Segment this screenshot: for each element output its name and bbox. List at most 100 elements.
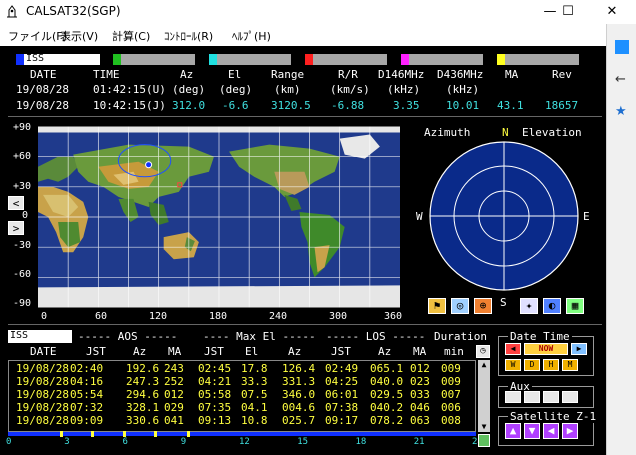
pass-col-ma: MA xyxy=(413,345,427,358)
unit-d436: (kHz) xyxy=(446,83,480,96)
slot-box-5[interactable] xyxy=(409,54,483,65)
lat-label: 0 xyxy=(22,210,29,221)
menu-file[interactable]: ファイル(F) xyxy=(8,28,67,44)
aux-button-4[interactable] xyxy=(562,391,578,403)
footprint-icon[interactable]: ⚑ xyxy=(428,298,446,314)
pass-list-scrollbar[interactable]: ▲ ▼ xyxy=(478,360,490,432)
prev-icon[interactable]: ◀ xyxy=(505,343,521,355)
pass-satellite-box[interactable]: ISS xyxy=(8,330,72,343)
next-icon[interactable]: ▶ xyxy=(571,343,587,355)
clock-icon[interactable]: ◷ xyxy=(476,345,490,358)
pass-cell: 012 xyxy=(164,388,184,401)
pass-col-min: min xyxy=(444,345,464,358)
menu-calc[interactable]: 計算(C) xyxy=(112,28,150,44)
sat-right-icon[interactable]: ▶ xyxy=(562,423,578,439)
map-scroll-right-button[interactable]: > xyxy=(8,221,24,235)
map-scroll-left-button[interactable]: < xyxy=(8,196,24,210)
pass-cell: 033 xyxy=(410,388,430,401)
earth-icon[interactable]: ✦ xyxy=(520,298,538,314)
slot-box-6[interactable] xyxy=(505,54,579,65)
menu-control[interactable]: ｺﾝﾄﾛｰﾙ(R) xyxy=(164,28,213,44)
close-button[interactable]: ✕ xyxy=(597,2,627,22)
aux-button-1[interactable] xyxy=(505,391,521,403)
value-d146: 3.35 xyxy=(393,99,420,112)
pass-col-jst: JST xyxy=(331,345,351,358)
slot-color-2 xyxy=(113,54,121,65)
slot-box-2[interactable] xyxy=(121,54,195,65)
scroll-down-icon[interactable]: ▼ xyxy=(478,422,490,432)
pass-col-jst: JST xyxy=(86,345,106,358)
now-button[interactable]: NOW xyxy=(524,343,568,355)
pass-cell: 078.2 xyxy=(370,414,404,427)
timeline-hour-label: 9 xyxy=(180,437,187,447)
slot-box-4[interactable] xyxy=(313,54,387,65)
pass-cell: 02:45 xyxy=(198,362,232,375)
pass-cell: 126.4 xyxy=(282,362,316,375)
lon-label: 120 xyxy=(149,311,168,322)
window-title: CALSAT32(SGP) xyxy=(26,4,121,18)
pass-col-jst: JST xyxy=(204,345,224,358)
pass-cell: 247.3 xyxy=(126,375,160,388)
sat-up-icon[interactable]: ▲ xyxy=(505,423,521,439)
pass-cell: 009 xyxy=(441,375,461,388)
satellite-name-box[interactable]: ISS xyxy=(24,53,100,65)
pass-cell: 029.5 xyxy=(370,388,404,401)
step-m-icon[interactable]: M xyxy=(562,359,578,371)
step-d-icon[interactable]: D xyxy=(524,359,540,371)
step-w-icon[interactable]: W xyxy=(505,359,521,371)
back-arrow-icon[interactable]: ← xyxy=(615,72,626,87)
menu-help[interactable]: ﾍﾙﾌﾟ(H) xyxy=(232,28,271,44)
pass-cell: 009 xyxy=(441,362,461,375)
pass-cell: 330.6 xyxy=(126,414,160,427)
timeline-hour-label: 12 xyxy=(239,437,250,447)
timeline-icon[interactable] xyxy=(478,434,490,447)
pass-cell: 04.1 xyxy=(241,401,268,414)
pass-cell: 04:16 xyxy=(70,375,104,388)
timeline-pass-marker xyxy=(186,431,190,437)
pass-cell: 346.0 xyxy=(282,388,316,401)
pass-cell: 02:49 xyxy=(325,362,359,375)
globe-icon[interactable]: ◎ xyxy=(451,298,469,314)
los-group-label: ----- LOS ----- xyxy=(326,330,426,343)
pass-cell: 09:17 xyxy=(325,414,359,427)
satellite-name: ISS xyxy=(26,53,45,64)
aux-button-3[interactable] xyxy=(543,391,559,403)
pass-cell: 006 xyxy=(441,401,461,414)
value-rev: 18657 xyxy=(545,99,579,112)
value-range: 3120.5 xyxy=(271,99,311,112)
menu-bar: ファイル(F) 表示(V) 計算(C) ｺﾝﾄﾛｰﾙ(R) ﾍﾙﾌﾟ(H) xyxy=(0,24,606,46)
pass-col-az: Az xyxy=(378,345,392,358)
pass-cell: 07:38 xyxy=(325,401,359,414)
star-icon[interactable]: ★ xyxy=(615,104,627,119)
timeline-pass-marker xyxy=(91,431,95,437)
maximize-button[interactable]: ☐ xyxy=(553,2,583,22)
duration-label: Duration xyxy=(434,330,487,343)
lon-label: 0 xyxy=(41,311,48,322)
pass-cell: 331.3 xyxy=(282,375,316,388)
east-label: E xyxy=(583,210,590,223)
pass-cell: 07:35 xyxy=(198,401,232,414)
local-time: 10:42:15(J) xyxy=(93,99,166,112)
sat-left-icon[interactable]: ◀ xyxy=(543,423,559,439)
col-time: TIME xyxy=(93,68,120,81)
pass-cell: 04:25 xyxy=(325,375,359,388)
lat-label: -30 xyxy=(13,240,32,251)
aux-button-2[interactable] xyxy=(524,391,540,403)
lon-label: 360 xyxy=(384,311,403,322)
sat-down-icon[interactable]: ▼ xyxy=(524,423,540,439)
world-map[interactable] xyxy=(38,124,400,310)
target-icon[interactable]: ⊕ xyxy=(474,298,492,314)
pass-cell: 040.2 xyxy=(370,401,404,414)
pass-cell: 328.1 xyxy=(126,401,160,414)
step-h-icon[interactable]: H xyxy=(543,359,559,371)
scroll-up-icon[interactable]: ▲ xyxy=(478,360,490,370)
slot-box-3[interactable] xyxy=(217,54,291,65)
west-label: W xyxy=(416,210,423,223)
world-icon[interactable]: ◐ xyxy=(543,298,561,314)
grid-icon[interactable]: ▦ xyxy=(566,298,584,314)
satellite-position-marker[interactable] xyxy=(145,161,153,169)
menu-view[interactable]: 表示(V) xyxy=(60,28,98,44)
polar-sky-plot[interactable] xyxy=(428,140,580,292)
timeline-pass-marker xyxy=(122,431,126,437)
pass-col-date: DATE xyxy=(30,345,57,358)
